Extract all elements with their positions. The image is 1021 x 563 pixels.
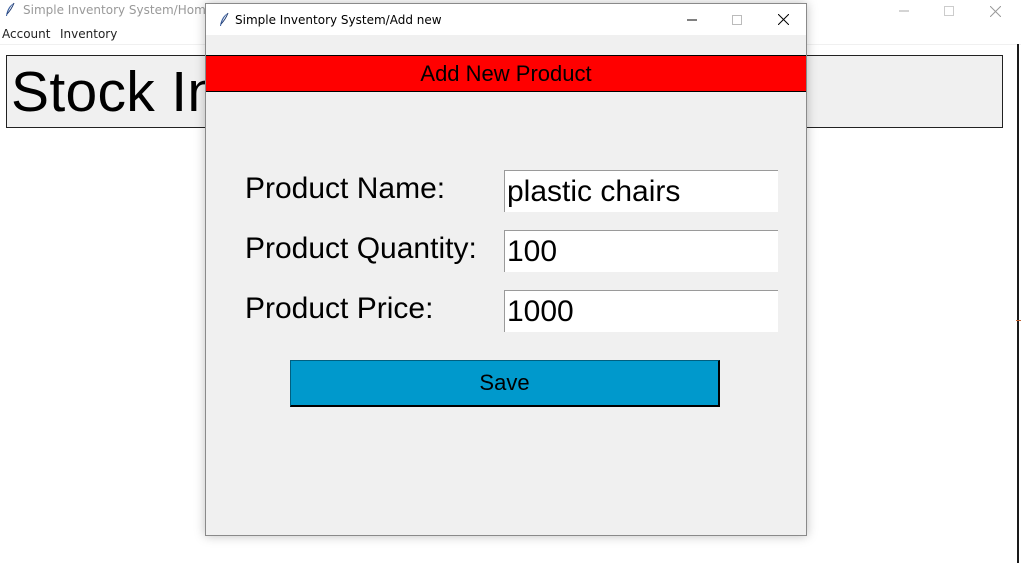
- dialog-title: Simple Inventory System/Add new: [235, 13, 442, 27]
- add-product-dialog: Simple Inventory System/Add new Add New …: [205, 3, 807, 536]
- dialog-close-button[interactable]: [760, 4, 806, 35]
- maximize-icon: [944, 6, 954, 16]
- edge-mark: [1016, 320, 1021, 321]
- main-close-button[interactable]: [972, 0, 1018, 22]
- feather-app-icon: [6, 2, 15, 16]
- menu-inventory[interactable]: Inventory: [60, 27, 117, 41]
- main-maximize-button[interactable]: [926, 0, 972, 22]
- close-icon: [989, 5, 1001, 17]
- product-name-input[interactable]: [504, 170, 778, 212]
- dialog-minimize-button[interactable]: [669, 4, 715, 35]
- menu-account[interactable]: Account: [2, 27, 50, 41]
- dialog-titlebar[interactable]: Simple Inventory System/Add new: [206, 4, 806, 35]
- minimize-icon: [899, 10, 909, 12]
- product-quantity-input[interactable]: [504, 230, 778, 272]
- save-button[interactable]: Save: [290, 360, 720, 407]
- dialog-header-bar: Add New Product: [206, 55, 806, 92]
- main-window-title: Simple Inventory System/Home: [23, 3, 214, 17]
- maximize-icon: [732, 14, 742, 25]
- minimize-icon: [687, 19, 697, 20]
- close-icon: [777, 14, 789, 25]
- feather-app-icon: [220, 12, 229, 26]
- product-name-label: Product Name:: [245, 172, 446, 205]
- product-quantity-label: Product Quantity:: [245, 232, 477, 265]
- window-edge-divider: [1017, 44, 1019, 563]
- main-minimize-button[interactable]: [881, 0, 927, 22]
- dialog-maximize-button[interactable]: [714, 4, 760, 35]
- product-price-label: Product Price:: [245, 292, 434, 325]
- product-price-input[interactable]: [504, 290, 778, 332]
- dialog-header-title: Add New Product: [420, 60, 592, 86]
